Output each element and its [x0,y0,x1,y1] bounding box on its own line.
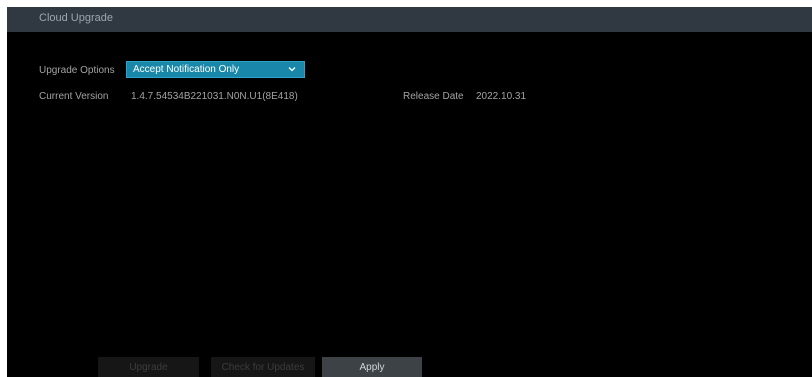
release-date-label: Release Date [403,91,464,102]
current-version-label: Current Version [39,91,109,102]
apply-button[interactable]: Apply [322,357,422,377]
chevron-down-icon [288,67,296,72]
upgrade-options-label: Upgrade Options [39,65,115,76]
check-for-updates-button[interactable]: Check for Updates [211,357,315,377]
cloud-upgrade-panel: Cloud Upgrade Upgrade Options Accept Not… [7,7,812,377]
page-title: Cloud Upgrade [39,12,113,24]
upgrade-options-dropdown[interactable]: Accept Notification Only [126,61,305,78]
upgrade-button[interactable]: Upgrade [98,357,199,377]
upgrade-options-selected-value: Accept Notification Only [133,64,240,75]
current-version-value: 1.4.7.54534B221031.N0N.U1(8E418) [131,91,298,102]
release-date-value: 2022.10.31 [476,91,527,102]
title-bar: Cloud Upgrade [7,7,812,32]
